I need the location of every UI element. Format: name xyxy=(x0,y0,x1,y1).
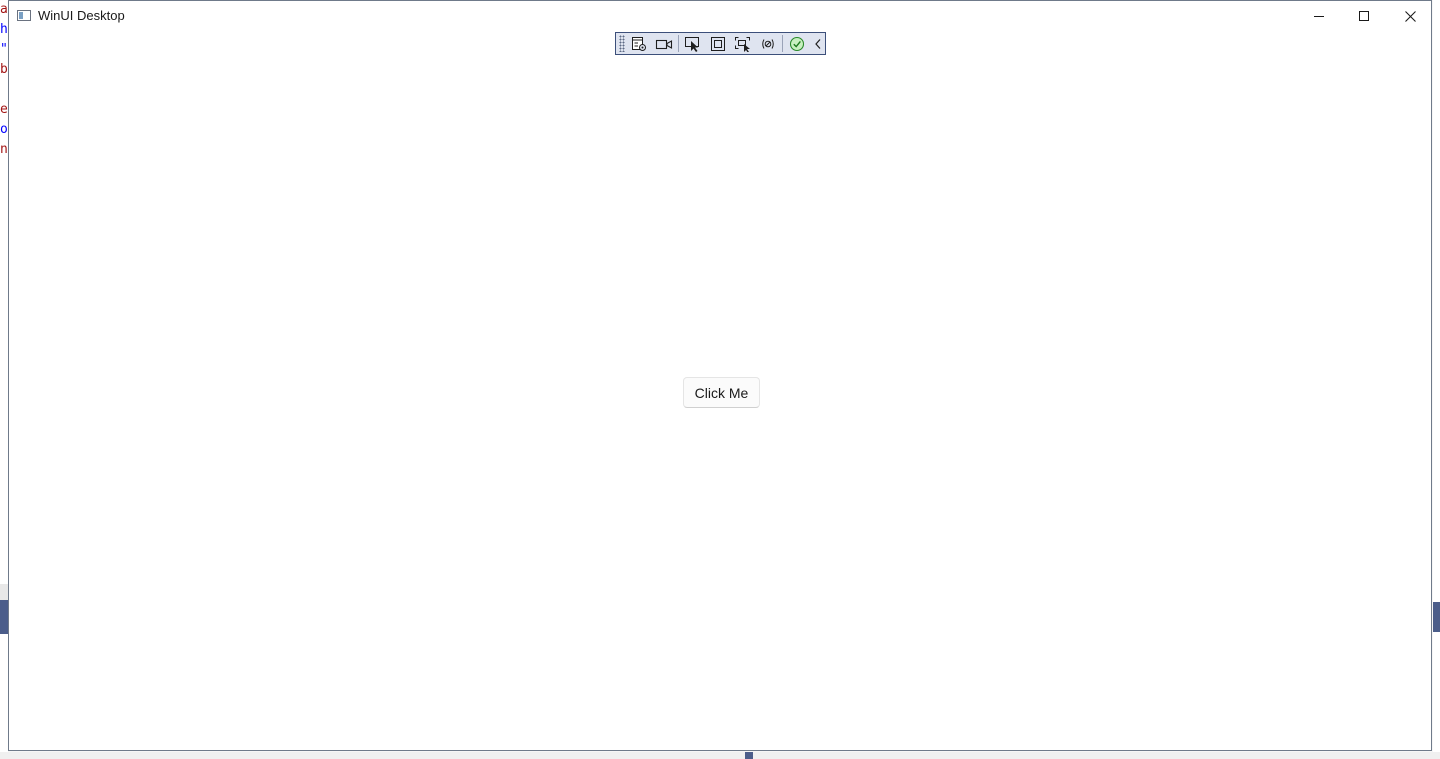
code-char xyxy=(0,80,8,100)
track-focus-icon xyxy=(735,36,750,52)
toolbar-separator xyxy=(782,35,783,52)
background-bottom-strip xyxy=(0,752,1440,759)
binding-failures-button[interactable] xyxy=(757,34,779,53)
title-bar[interactable]: WinUI Desktop xyxy=(9,1,1431,32)
close-icon xyxy=(1404,10,1416,22)
background-right-panel-fragment xyxy=(1433,0,1440,759)
code-char: e xyxy=(0,102,8,117)
maximize-button[interactable] xyxy=(1341,1,1387,31)
background-scroll-marker xyxy=(745,752,753,759)
track-focus-button[interactable] xyxy=(732,34,754,53)
background-panel-strip xyxy=(0,584,8,600)
toolbar-separator xyxy=(678,35,679,52)
background-status-band xyxy=(0,600,8,634)
collapse-toolbar-icon xyxy=(815,38,821,49)
display-layout-adorners-button[interactable] xyxy=(707,34,729,53)
code-char: a xyxy=(0,2,8,17)
select-element-button[interactable] xyxy=(682,34,704,53)
app-window: WinUI Desktop Click Me xyxy=(8,0,1432,751)
select-element-icon xyxy=(685,36,699,52)
window-title: WinUI Desktop xyxy=(38,8,125,23)
background-status-band xyxy=(1433,602,1440,632)
maximize-icon xyxy=(1359,11,1369,21)
xaml-debug-toolbar xyxy=(615,32,826,55)
toolbar-grip-handle[interactable] xyxy=(619,35,625,52)
code-char: b xyxy=(0,62,8,77)
binding-failures-icon xyxy=(762,38,774,49)
display-layout-adorners-icon xyxy=(711,36,725,51)
live-visual-tree-icon xyxy=(632,36,646,51)
record-video-button[interactable] xyxy=(653,34,675,53)
code-char: " xyxy=(0,42,8,57)
minimize-button[interactable] xyxy=(1296,1,1342,31)
background-code-editor-fragment: a h " b e o n xyxy=(0,0,8,759)
close-button[interactable] xyxy=(1387,1,1433,31)
go-to-live-visual-tree-button[interactable] xyxy=(628,34,650,53)
app-window-icon xyxy=(17,10,31,21)
minimize-icon xyxy=(1314,16,1324,17)
record-video-icon xyxy=(655,39,673,49)
hot-reload-ok-icon xyxy=(789,36,805,51)
hot-reload-status-button[interactable] xyxy=(786,34,808,53)
code-char: n xyxy=(0,142,8,157)
code-char: h xyxy=(0,22,8,37)
click-me-button[interactable]: Click Me xyxy=(683,377,760,408)
code-char: o xyxy=(0,122,8,137)
collapse-toolbar-button[interactable] xyxy=(811,34,825,53)
